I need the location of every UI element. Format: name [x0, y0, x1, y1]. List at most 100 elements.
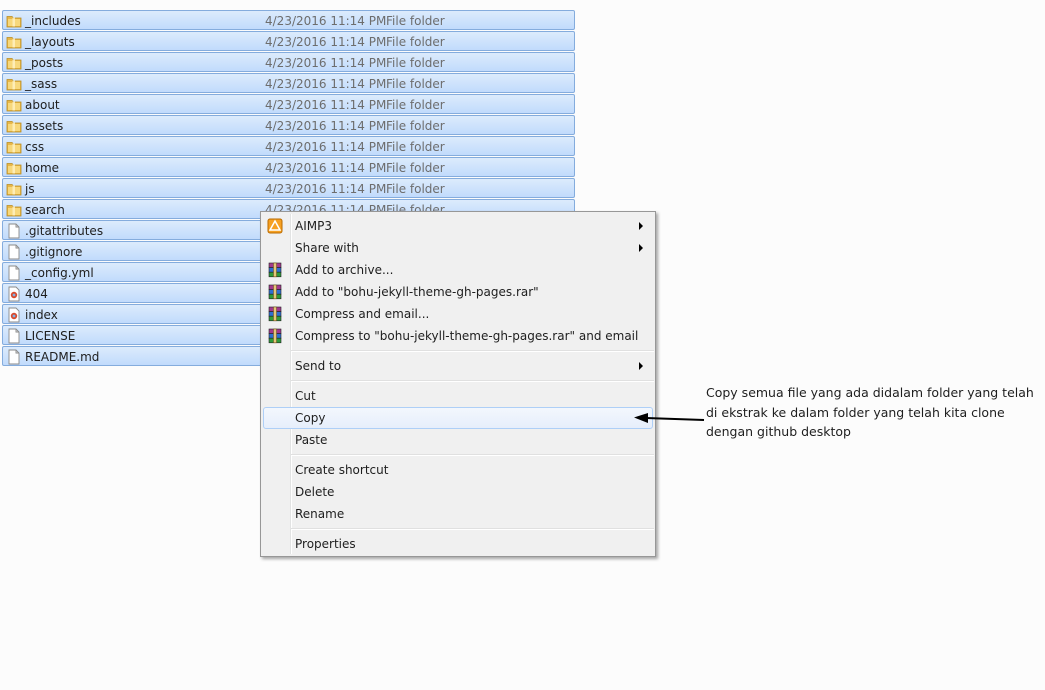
- folder-icon: [6, 37, 22, 49]
- menu-item-delete[interactable]: Delete: [263, 481, 653, 503]
- file-type: File folder: [386, 56, 445, 70]
- menu-item-label: Share with: [295, 241, 359, 255]
- file-date: 4/23/2016 11:14 PM: [265, 182, 387, 196]
- file-row[interactable]: _includes 4/23/2016 11:14 PM File folder: [2, 10, 575, 30]
- menu-item-label: Compress to "bohu-jekyll-theme-gh-pages.…: [295, 329, 639, 343]
- folder-icon: [6, 205, 22, 217]
- menu-item-label: Create shortcut: [295, 463, 389, 477]
- file-type: File folder: [386, 98, 445, 112]
- file-icon: [8, 328, 20, 344]
- menu-item-label: Delete: [295, 485, 335, 499]
- menu-item-compress-rar-and-email[interactable]: Compress to "bohu-jekyll-theme-gh-pages.…: [263, 325, 653, 347]
- menu-separator: [291, 454, 654, 456]
- menu-item-label: Compress and email...: [295, 307, 430, 321]
- file-icon: [8, 349, 20, 365]
- menu-item-copy[interactable]: Copy: [263, 407, 653, 429]
- file-date: 4/23/2016 11:14 PM: [265, 56, 387, 70]
- menu-item-label: Properties: [295, 537, 356, 551]
- file-name: search: [25, 203, 65, 217]
- folder-icon: [6, 79, 22, 91]
- submenu-arrow-icon: [639, 244, 643, 252]
- menu-item-label: Rename: [295, 507, 345, 521]
- annotation-arrow-icon: [634, 413, 705, 423]
- folder-icon: [6, 142, 22, 154]
- file-name: about: [25, 98, 60, 112]
- menu-item-rename[interactable]: Rename: [263, 503, 653, 525]
- folder-icon: [6, 58, 22, 70]
- file-name: _sass: [25, 77, 58, 91]
- file-type: File folder: [386, 140, 445, 154]
- menu-separator: [291, 380, 654, 382]
- menu-item-send-to[interactable]: Send to: [263, 355, 653, 377]
- menu-item-add-to-rar[interactable]: Add to "bohu-jekyll-theme-gh-pages.rar": [263, 281, 653, 303]
- file-row[interactable]: css 4/23/2016 11:14 PM File folder: [2, 136, 575, 156]
- file-name: _posts: [25, 56, 64, 70]
- file-date: 4/23/2016 11:14 PM: [265, 161, 387, 175]
- file-name: README.md: [25, 350, 100, 364]
- file-type: File folder: [386, 161, 445, 175]
- winrar-icon: [268, 262, 282, 278]
- file-row[interactable]: about 4/23/2016 11:14 PM File folder: [2, 94, 575, 114]
- html-file-icon: [8, 307, 20, 323]
- html-file-icon: [8, 286, 20, 302]
- file-name: index: [25, 308, 58, 322]
- file-name: .gitattributes: [25, 224, 104, 238]
- menu-item-properties[interactable]: Properties: [263, 533, 653, 555]
- menu-item-label: Paste: [295, 433, 328, 447]
- folder-icon: [6, 163, 22, 175]
- submenu-arrow-icon: [639, 222, 643, 230]
- file-row[interactable]: js 4/23/2016 11:14 PM File folder: [2, 178, 575, 198]
- file-name: assets: [25, 119, 64, 133]
- annotation-note: Copy semua file yang ada didalam folder …: [706, 383, 1042, 442]
- annotation-line: Copy semua file yang ada didalam folder …: [706, 385, 1034, 400]
- file-date: 4/23/2016 11:14 PM: [265, 14, 387, 28]
- folder-icon: [6, 100, 22, 112]
- context-menu: AIMP3 Share with Add to archive... Add t…: [260, 211, 656, 557]
- menu-separator: [291, 528, 654, 530]
- file-row[interactable]: assets 4/23/2016 11:14 PM File folder: [2, 115, 575, 135]
- annotation-line: dengan github desktop: [706, 424, 851, 439]
- annotation-line: di ekstrak ke dalam folder yang telah ki…: [706, 404, 1005, 420]
- file-type: File folder: [386, 182, 445, 196]
- file-row[interactable]: home 4/23/2016 11:14 PM File folder: [2, 157, 575, 177]
- file-name: _config.yml: [25, 266, 94, 280]
- file-date: 4/23/2016 11:14 PM: [265, 35, 387, 49]
- file-row[interactable]: _layouts 4/23/2016 11:14 PM File folder: [2, 31, 575, 51]
- file-date: 4/23/2016 11:14 PM: [265, 77, 387, 91]
- file-name: .gitignore: [25, 245, 83, 259]
- menu-item-compress-and-email[interactable]: Compress and email...: [263, 303, 653, 325]
- winrar-icon: [268, 306, 282, 322]
- file-row[interactable]: _posts 4/23/2016 11:14 PM File folder: [2, 52, 575, 72]
- file-date: 4/23/2016 11:14 PM: [265, 140, 387, 154]
- file-type: File folder: [386, 35, 445, 49]
- file-icon: [8, 223, 20, 239]
- menu-item-aimp3[interactable]: AIMP3: [263, 215, 653, 237]
- file-icon: [8, 244, 20, 260]
- menu-item-label: Add to "bohu-jekyll-theme-gh-pages.rar": [295, 285, 539, 299]
- file-name: _layouts: [25, 35, 75, 49]
- file-name: LICENSE: [25, 329, 76, 343]
- winrar-icon: [268, 284, 282, 300]
- menu-item-add-to-archive[interactable]: Add to archive...: [263, 259, 653, 281]
- menu-item-share-with[interactable]: Share with: [263, 237, 653, 259]
- menu-separator: [291, 350, 654, 352]
- file-name: _includes: [25, 14, 81, 28]
- file-type: File folder: [386, 119, 445, 133]
- file-name: js: [25, 182, 35, 196]
- file-name: 404: [25, 287, 48, 301]
- aimp-icon: [267, 218, 283, 234]
- file-type: File folder: [386, 77, 445, 91]
- file-date: 4/23/2016 11:14 PM: [265, 119, 387, 133]
- menu-item-cut[interactable]: Cut: [263, 385, 653, 407]
- menu-item-label: AIMP3: [295, 219, 332, 233]
- menu-item-label: Add to archive...: [295, 263, 394, 277]
- file-icon: [8, 265, 20, 281]
- submenu-arrow-icon: [639, 362, 643, 370]
- menu-item-label: Send to: [295, 359, 342, 373]
- menu-item-label: Cut: [295, 389, 316, 403]
- file-date: 4/23/2016 11:14 PM: [265, 98, 387, 112]
- menu-item-create-shortcut[interactable]: Create shortcut: [263, 459, 653, 481]
- folder-icon: [6, 16, 22, 28]
- file-row[interactable]: _sass 4/23/2016 11:14 PM File folder: [2, 73, 575, 93]
- menu-item-paste[interactable]: Paste: [263, 429, 653, 451]
